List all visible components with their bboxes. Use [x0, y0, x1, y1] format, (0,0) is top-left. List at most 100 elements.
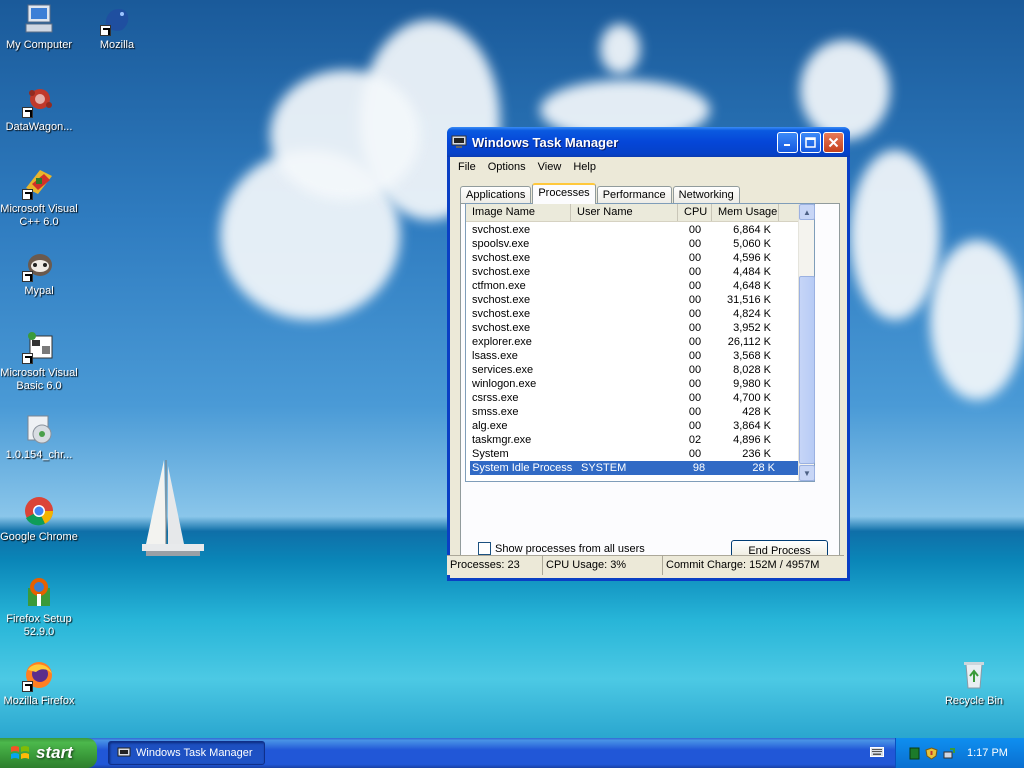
mypal-icon	[22, 248, 56, 282]
keyboard-icon[interactable]	[870, 747, 884, 757]
process-row[interactable]: svchost.exe 00 6,864 K	[466, 223, 799, 237]
cloud	[270, 70, 420, 200]
process-row[interactable]: svchost.exe 00 3,952 K	[466, 321, 799, 335]
security-shield-icon[interactable]	[925, 746, 938, 760]
process-name-cell: System Idle Process	[472, 462, 573, 474]
process-row[interactable]: csrss.exe 00 4,700 K	[466, 391, 799, 405]
cpu-cell: 00	[688, 336, 702, 348]
vertical-scrollbar[interactable]: ▲ ▼	[798, 204, 815, 481]
desktop-icon-mozilla[interactable]: Mozilla	[78, 2, 156, 52]
shortcut-arrow-icon	[22, 107, 33, 118]
user-name-cell	[571, 265, 678, 279]
process-row[interactable]: smss.exe 00 428 K	[466, 405, 799, 419]
process-list[interactable]: Image Name User Name CPU Mem Usage svcho…	[465, 203, 815, 482]
process-row[interactable]: System 00 236 K	[466, 447, 799, 461]
maximize-button[interactable]	[800, 131, 821, 153]
user-name-cell	[571, 321, 678, 335]
process-row[interactable]: services.exe 00 8,028 K	[466, 363, 799, 377]
menu-options[interactable]: Options	[482, 161, 532, 173]
start-button[interactable]: start	[0, 738, 97, 768]
process-row[interactable]: lsass.exe 00 3,568 K	[466, 349, 799, 363]
task-manager-window[interactable]: Windows Task Manager File Options View H…	[447, 127, 850, 581]
process-name-cell: svchost.exe	[472, 266, 531, 278]
process-list-header: Image Name User Name CPU Mem Usage	[466, 204, 814, 222]
process-row[interactable]: winlogon.exe 00 9,980 K	[466, 377, 799, 391]
safely-remove-icon[interactable]	[942, 747, 955, 760]
cpu-cell: 00	[688, 238, 702, 250]
scroll-down-button[interactable]: ▼	[799, 465, 815, 481]
process-name-cell: csrss.exe	[472, 392, 519, 404]
cpu-cell: 00	[688, 378, 702, 390]
taskbar-button-task-manager[interactable]: Windows Task Manager	[108, 741, 265, 765]
user-name-cell	[571, 447, 678, 461]
desktop-icon-installer[interactable]: 1.0.154_chr...	[0, 412, 78, 462]
desktop-icon-google-chrome[interactable]: Google Chrome	[0, 494, 78, 544]
process-row[interactable]: taskmgr.exe 02 4,896 K	[466, 433, 799, 447]
scroll-up-button[interactable]: ▲	[799, 204, 815, 220]
desktop-icon-firefox-setup[interactable]: Firefox Setup 52.9.0	[0, 576, 78, 639]
process-row[interactable]: explorer.exe 00 26,112 K	[466, 335, 799, 349]
taskbar: start Windows Task Manager 1:17 PM	[0, 738, 1024, 768]
mem-usage-cell: 4,648 K	[733, 280, 771, 292]
desktop-icon-label: 1.0.154_chr...	[5, 449, 73, 461]
column-user-name[interactable]: User Name	[571, 204, 678, 221]
process-name-cell: taskmgr.exe	[472, 434, 532, 446]
close-button[interactable]	[823, 131, 844, 153]
process-row[interactable]: System Idle Process SYSTEM 98 28 K	[470, 461, 799, 475]
desktop-icon-mypal[interactable]: Mypal	[0, 248, 78, 298]
process-name-cell: ctfmon.exe	[472, 280, 526, 292]
show-all-processes-checkbox[interactable]: Show processes from all users	[478, 542, 645, 555]
user-name-cell	[571, 237, 678, 251]
menu-view[interactable]: View	[532, 161, 568, 173]
process-row[interactable]: spoolsv.exe 00 5,060 K	[466, 237, 799, 251]
process-name-cell: spoolsv.exe	[472, 238, 530, 250]
cpu-cell: 00	[688, 392, 702, 404]
desktop-icon-visual-cpp[interactable]: Microsoft Visual C++ 6.0	[0, 166, 78, 229]
title-bar[interactable]: Windows Task Manager	[447, 127, 850, 157]
cloud	[930, 240, 1024, 400]
close-icon	[828, 137, 839, 147]
process-name-cell: svchost.exe	[472, 224, 531, 236]
minimize-icon	[783, 144, 790, 146]
menu-file[interactable]: File	[452, 161, 482, 173]
tab-applications[interactable]: Applications	[460, 186, 532, 204]
process-row[interactable]: ctfmon.exe 00 4,648 K	[466, 279, 799, 293]
clock[interactable]: 1:17 PM	[967, 747, 1008, 759]
process-row[interactable]: alg.exe 00 3,864 K	[466, 419, 799, 433]
process-name-cell: winlogon.exe	[472, 378, 537, 390]
desktop-icon-mozilla-firefox[interactable]: Mozilla Firefox	[0, 658, 78, 708]
mem-usage-cell: 4,484 K	[733, 266, 771, 278]
minimize-button[interactable]	[777, 131, 798, 153]
user-name-cell	[571, 377, 678, 391]
checkbox-box[interactable]	[478, 542, 491, 555]
desktop-icon-label: Mozilla Firefox	[3, 695, 75, 707]
user-name-cell	[571, 307, 678, 321]
process-row[interactable]: svchost.exe 00 4,484 K	[466, 265, 799, 279]
scroll-thumb[interactable]	[799, 276, 815, 464]
cpu-cell: 00	[688, 322, 702, 334]
column-image-name[interactable]: Image Name	[466, 204, 571, 221]
process-name-cell: alg.exe	[472, 420, 508, 432]
column-mem-usage[interactable]: Mem Usage	[712, 204, 779, 221]
process-row[interactable]: svchost.exe 00 31,516 K	[466, 293, 799, 307]
column-cpu[interactable]: CPU	[678, 204, 712, 221]
firefox-setup-icon	[22, 576, 56, 610]
network-icon[interactable]	[908, 747, 921, 760]
tab-strip: Applications Processes Performance Netwo…	[460, 183, 741, 204]
menu-help[interactable]: Help	[567, 161, 602, 173]
mem-usage-cell: 3,952 K	[733, 322, 771, 334]
desktop-icon-recycle-bin[interactable]: Recycle Bin	[935, 658, 1013, 708]
desktop-icon-visual-basic[interactable]: Microsoft Visual Basic 6.0	[0, 330, 78, 393]
process-row[interactable]: svchost.exe 00 4,596 K	[466, 251, 799, 265]
user-name-cell	[571, 335, 678, 349]
cpu-cell: 98	[692, 462, 706, 474]
desktop-icon-datawagon[interactable]: DataWagon...	[0, 84, 78, 134]
desktop-icon-label: My Computer	[5, 39, 73, 51]
tab-networking[interactable]: Networking	[672, 186, 740, 204]
tab-processes[interactable]: Processes	[532, 183, 596, 204]
desktop-icon-my-computer[interactable]: My Computer	[0, 2, 78, 52]
mem-usage-cell: 3,568 K	[733, 350, 771, 362]
tab-performance[interactable]: Performance	[596, 186, 672, 204]
process-row[interactable]: svchost.exe 00 4,824 K	[466, 307, 799, 321]
mem-usage-cell: 4,896 K	[733, 434, 771, 446]
